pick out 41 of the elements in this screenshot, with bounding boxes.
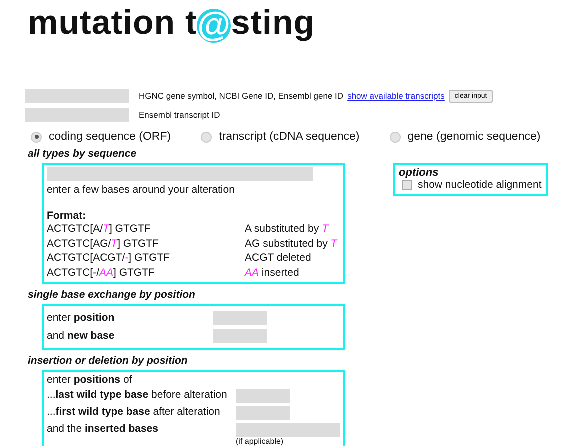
radio-label[interactable]: gene (genomic sequence) xyxy=(408,131,541,143)
field-label: ...first wild type base after alteration xyxy=(47,406,222,418)
transcripts-link[interactable]: show available transcripts xyxy=(348,91,445,101)
format-label: Format: xyxy=(47,210,88,222)
radio-label[interactable]: transcript (cDNA sequence) xyxy=(219,131,360,143)
field-label: and new base xyxy=(47,330,116,342)
format-meaning: AG substituted by T xyxy=(245,236,339,251)
radio-button[interactable] xyxy=(201,132,212,142)
format-meaning: AA inserted xyxy=(245,266,300,280)
note-text: (if applicable) xyxy=(236,437,285,446)
radio-button[interactable] xyxy=(31,132,42,142)
site-logo: mutation t@sting xyxy=(28,3,316,45)
sequence-field[interactable] xyxy=(47,167,313,181)
input-field[interactable] xyxy=(213,329,267,343)
input-field[interactable] xyxy=(236,406,290,420)
format-meaning: A substituted by T xyxy=(245,222,330,236)
field-label: Ensembl transcript ID xyxy=(139,110,220,120)
section-heading: insertion or deletion by position xyxy=(28,355,189,367)
format-example: ACTGTC[A/T] GTGTF xyxy=(47,222,152,236)
section-heading: single base exchange by position xyxy=(28,289,196,301)
field-label: and the inserted bases xyxy=(47,423,160,435)
radio-button[interactable] xyxy=(390,132,401,142)
radio-label[interactable]: coding sequence (ORF) xyxy=(49,131,172,143)
format-example: ACTGTC[-/AA] GTGTF xyxy=(47,266,156,280)
intro-text: enter positions of xyxy=(47,374,134,386)
input-field[interactable] xyxy=(236,389,290,403)
input-field[interactable] xyxy=(25,89,129,103)
input-field[interactable] xyxy=(213,311,267,325)
options-heading: options xyxy=(399,167,440,179)
format-example: ACTGTC[AG/T] GTGTF xyxy=(47,236,160,251)
input-field[interactable] xyxy=(25,108,129,122)
format-meaning: ACGT deleted xyxy=(245,251,312,266)
hint-text: enter a few bases around your alteration xyxy=(47,184,236,196)
field-label: ...last wild type base before alteration xyxy=(47,389,228,401)
field-label: HGNC gene symbol, NCBI Gene ID, Ensembl gene ID xyxy=(139,91,344,101)
input-field[interactable] xyxy=(236,423,340,437)
checkbox-label[interactable]: show nucleotide alignment xyxy=(418,179,542,191)
field-label: enter position xyxy=(47,312,116,324)
section-heading: all types by sequence xyxy=(28,148,138,160)
checkbox[interactable] xyxy=(402,180,412,190)
format-example: ACTGTC[ACGT/-] GTGTF xyxy=(47,251,172,266)
